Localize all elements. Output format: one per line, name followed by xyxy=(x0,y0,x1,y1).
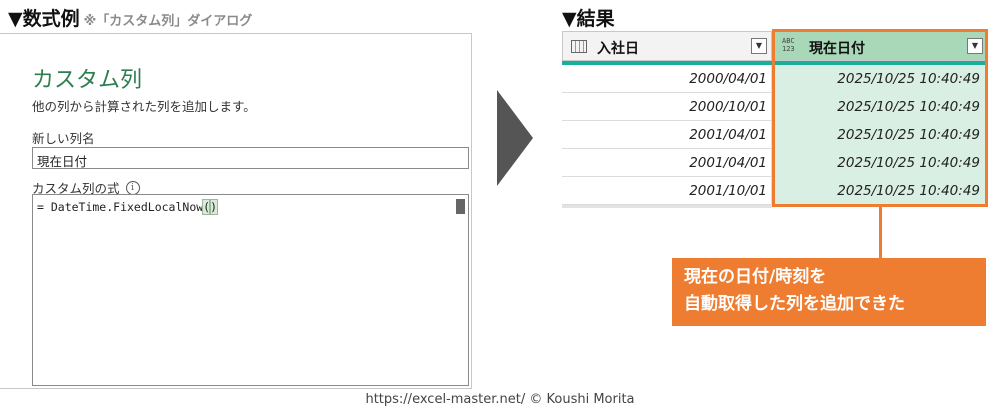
right-arrow-icon xyxy=(497,90,533,186)
new-column-name-label: 新しい列名 xyxy=(32,131,95,146)
result-heading: ▼結果 xyxy=(562,8,615,30)
hire-date-cell[interactable]: 2001/04/01 xyxy=(562,121,772,149)
table-bottom-edge xyxy=(562,205,772,208)
hire-date-cell[interactable]: 2001/04/01 xyxy=(562,149,772,177)
heading-main: ▼数式例 xyxy=(8,8,80,30)
highlight-outline xyxy=(772,29,988,207)
callout-box: 現在の日付/時刻を 自動取得した列を追加できた xyxy=(672,258,986,326)
hire-date-cell[interactable]: 2000/10/01 xyxy=(562,93,772,121)
calendar-icon xyxy=(571,40,587,53)
info-icon[interactable]: i xyxy=(125,180,140,195)
dialog-title: カスタム列 xyxy=(32,68,143,93)
callout-connector xyxy=(879,207,882,258)
formula-example-heading: ▼数式例 ※「カスタム列」ダイアログ xyxy=(8,4,252,31)
formula-text: = DateTime.FixedLocalNow() xyxy=(37,199,219,215)
hire-date-cell[interactable]: 2001/10/01 xyxy=(562,177,772,205)
callout-line-1: 現在の日付/時刻を xyxy=(684,267,827,287)
hire-date-cell[interactable]: 2000/04/01 xyxy=(562,65,772,93)
heading-sub: ※「カスタム列」ダイアログ xyxy=(83,14,253,29)
editor-scrollbar-thumb[interactable] xyxy=(456,199,465,214)
column-header-label: 入社日 xyxy=(597,41,639,57)
paren-close: ) xyxy=(209,199,219,215)
column-header-hire-date[interactable]: 入社日 ▼ xyxy=(562,31,772,61)
dialog-description: 他の列から計算された列を追加します。 xyxy=(32,99,256,114)
formula-code: = DateTime.FixedLocalNow xyxy=(37,200,204,214)
callout-line-2: 自動取得した列を追加できた xyxy=(684,294,905,314)
filter-dropdown-icon[interactable]: ▼ xyxy=(751,38,767,54)
new-column-name-input[interactable]: 現在日付 xyxy=(32,147,469,169)
custom-formula-editor[interactable] xyxy=(32,194,469,386)
text-caret xyxy=(217,201,219,214)
footer-credit: https://excel-master.net/ © Koushi Morit… xyxy=(365,392,635,407)
